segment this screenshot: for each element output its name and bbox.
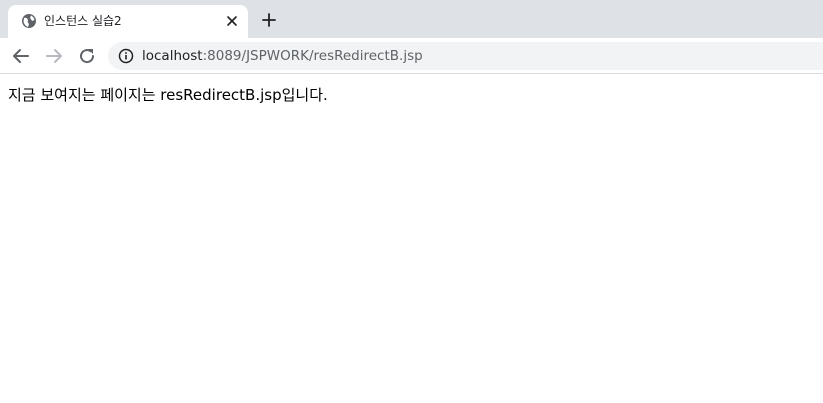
- url-host: localhost: [142, 48, 203, 64]
- page-content: 지금 보여지는 페이지는 resRedirectB.jsp입니다.: [0, 75, 823, 403]
- address-bar[interactable]: localhost:8089/JSPWORK/resRedirectB.jsp: [108, 42, 823, 70]
- reload-icon[interactable]: [77, 46, 97, 66]
- close-icon[interactable]: [224, 13, 240, 29]
- browser-toolbar: localhost:8089/JSPWORK/resRedirectB.jsp: [0, 38, 823, 74]
- url-path: :8089/JSPWORK/resRedirectB.jsp: [202, 48, 423, 64]
- arrow-right-icon[interactable]: [44, 46, 64, 66]
- page-message: 지금 보여지는 페이지는 resRedirectB.jsp입니다.: [8, 86, 328, 104]
- tab-strip: 인스턴스 실습2: [0, 0, 823, 38]
- url-text: localhost:8089/JSPWORK/resRedirectB.jsp: [142, 48, 423, 64]
- plus-icon[interactable]: [260, 11, 278, 29]
- info-icon[interactable]: [118, 48, 134, 64]
- arrow-left-icon[interactable]: [11, 46, 31, 66]
- tab-active[interactable]: 인스턴스 실습2: [8, 5, 248, 38]
- tab-title: 인스턴스 실습2: [44, 14, 122, 28]
- globe-icon: [22, 14, 36, 28]
